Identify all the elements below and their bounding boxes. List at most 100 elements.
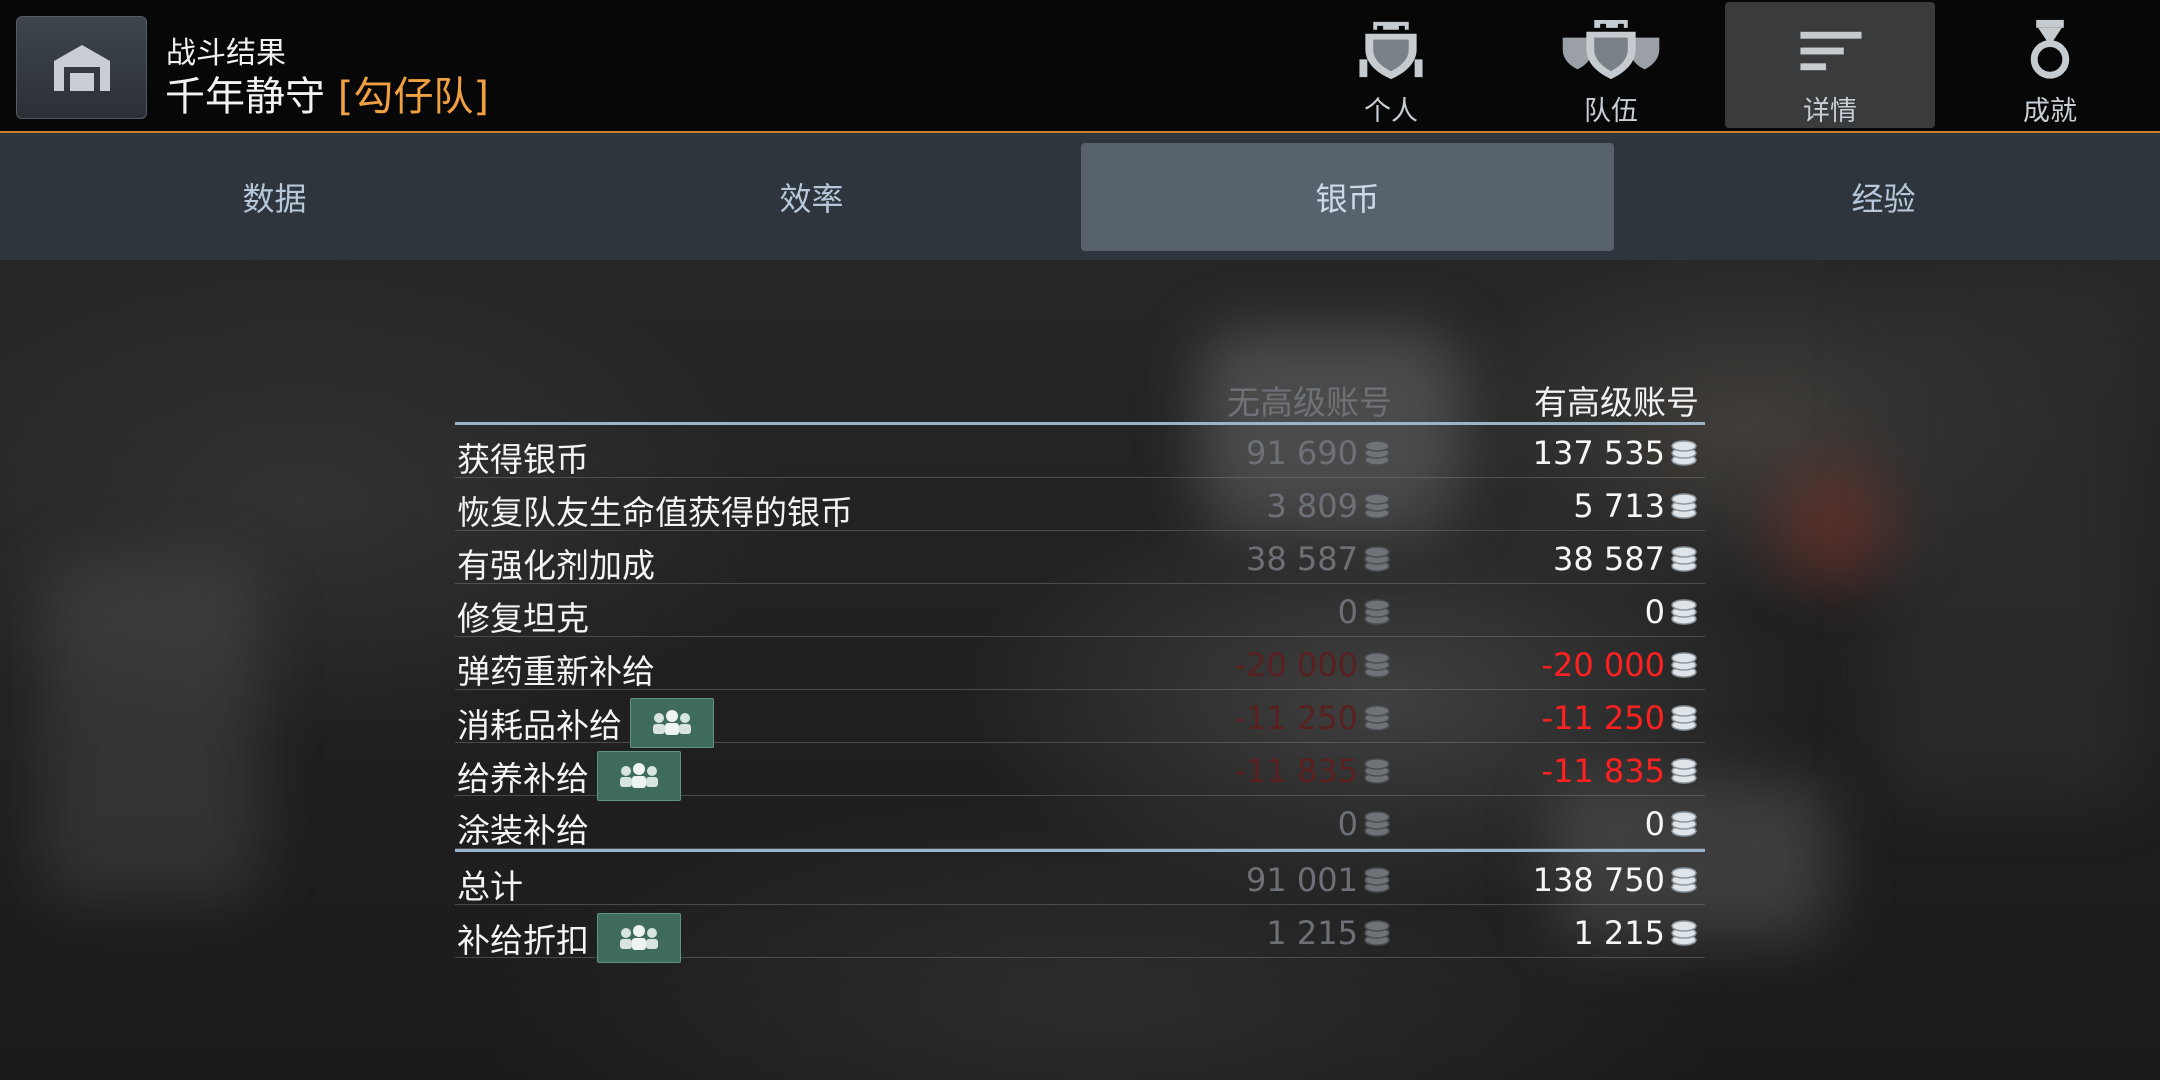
nav-achievements[interactable]: 成就 — [1945, 2, 2155, 128]
nav-details[interactable]: 详情 — [1725, 2, 1935, 128]
silver-coin-icon — [1364, 705, 1390, 731]
silver-coin-icon — [1364, 493, 1390, 519]
value-text: -11 835 — [1234, 752, 1358, 790]
team-shields-icon — [1562, 19, 1660, 80]
value-text: 91 001 — [1246, 861, 1358, 899]
table-header: 无高级账号 有高级账号 — [455, 370, 1705, 425]
garage-button[interactable] — [16, 16, 147, 119]
value-premium: -11 250 — [1541, 699, 1699, 737]
value-text: -20 000 — [1541, 646, 1665, 684]
table-row: 有强化剂加成 38 587 38 587 — [455, 531, 1705, 585]
value-no-premium: 91 690 — [1246, 434, 1392, 472]
map-title: 千年静守 [勾仔队] — [165, 64, 489, 122]
value-no-premium: -11 835 — [1234, 752, 1392, 790]
table-row: 获得银币 91 690 137 535 — [455, 425, 1705, 479]
value-premium: 0 — [1645, 593, 1699, 631]
table-row: 修复坦克 0 0 — [455, 584, 1705, 640]
value-text: 0 — [1644, 805, 1665, 843]
table-row: 恢复队友生命值获得的银币 3 809 5 713 — [455, 478, 1705, 534]
silver-coin-icon — [1671, 920, 1697, 946]
silver-coin-icon — [1364, 920, 1390, 946]
tab-experience[interactable]: 经验 — [1617, 143, 2150, 251]
value-no-premium: 38 587 — [1246, 540, 1392, 578]
platoon-icon — [620, 925, 658, 950]
nav-team[interactable]: 队伍 — [1506, 2, 1716, 128]
silver-coin-icon — [1671, 546, 1697, 572]
row-label-text: 给养补给 — [457, 759, 589, 798]
silver-coin-icon — [1671, 652, 1697, 678]
row-label-text: 补给折扣 — [457, 921, 589, 960]
nav-team-label: 队伍 — [1584, 96, 1638, 127]
tab-silver[interactable]: 银币 — [1081, 143, 1614, 251]
value-no-premium: 91 001 — [1246, 861, 1392, 899]
silver-coin-icon — [1364, 758, 1390, 784]
platoon-bonus-badge[interactable] — [630, 698, 714, 748]
value-text: 1 215 — [1573, 914, 1665, 952]
table-totals: 总计 91 001 138 750 补给折扣 1 215 1 215 — [455, 849, 1705, 963]
value-text: 0 — [1644, 593, 1665, 631]
value-no-premium: -11 250 — [1234, 699, 1392, 737]
silver-coin-icon — [1364, 867, 1390, 893]
row-label-text: 恢复队友生命值获得的银币 — [457, 493, 853, 532]
tab-efficiency[interactable]: 效率 — [545, 143, 1078, 251]
value-text: 38 587 — [1246, 540, 1358, 578]
table-row: 给养补给 -11 835 -11 835 — [455, 743, 1705, 801]
background-blur — [1880, 280, 2140, 800]
garage-icon — [53, 44, 110, 91]
platoon-icon — [653, 710, 691, 735]
row-label: 总计 — [457, 860, 523, 908]
value-text: 138 750 — [1532, 861, 1665, 899]
row-label: 弹药重新补给 — [457, 645, 655, 693]
row-label: 恢复队友生命值获得的银币 — [457, 486, 853, 534]
row-label-text: 弹药重新补给 — [457, 652, 655, 691]
row-label: 消耗品补给 — [457, 698, 714, 748]
row-label-text: 涂装补给 — [457, 811, 589, 850]
value-premium: 5 713 — [1573, 487, 1699, 525]
row-label: 给养补给 — [457, 751, 681, 801]
value-premium: 137 535 — [1533, 434, 1699, 472]
table-row: 弹药重新补给 -20 000 -20 000 — [455, 637, 1705, 693]
map-name: 千年静守 — [165, 74, 325, 120]
row-label: 修复坦克 — [457, 592, 589, 640]
table-row: 总计 91 001 138 750 — [455, 849, 1705, 908]
platoon-bonus-badge[interactable] — [597, 751, 681, 801]
value-text: 5 713 — [1573, 487, 1665, 525]
platoon-icon — [620, 763, 658, 788]
value-no-premium: 0 — [1338, 805, 1392, 843]
row-label-text: 总计 — [457, 867, 523, 906]
value-no-premium: 0 — [1338, 593, 1392, 631]
silver-coin-icon — [1364, 440, 1390, 466]
silver-coin-icon — [1671, 811, 1697, 837]
silver-table: 无高级账号 有高级账号 获得银币 91 690 137 535 恢复队友生命值获得的银… — [455, 370, 1705, 963]
value-text: -20 000 — [1234, 646, 1358, 684]
value-premium: 138 750 — [1533, 861, 1699, 899]
value-text: 38 587 — [1553, 540, 1665, 578]
row-label-text: 修复坦克 — [457, 599, 589, 638]
table-row: 消耗品补给 -11 250 -11 250 — [455, 690, 1705, 748]
nav-personal[interactable]: 个人 — [1286, 2, 1496, 128]
silver-coin-icon — [1671, 705, 1697, 731]
details-bars-icon — [1800, 31, 1862, 71]
value-text: 0 — [1337, 593, 1358, 631]
tab-data[interactable]: 数据 — [8, 143, 541, 251]
value-text: 1 215 — [1266, 914, 1358, 952]
value-premium: 1 215 — [1573, 914, 1699, 952]
value-text: 3 809 — [1266, 487, 1358, 525]
silver-coin-icon — [1364, 546, 1390, 572]
value-text: 91 690 — [1246, 434, 1358, 472]
value-no-premium: 1 215 — [1266, 914, 1392, 952]
col-no-premium: 无高级账号 — [1227, 383, 1392, 422]
silver-coin-icon — [1364, 652, 1390, 678]
table-body: 获得银币 91 690 137 535 恢复队友生命值获得的银币 3 809 5 713 有… — [455, 425, 1705, 850]
value-premium: 0 — [1645, 805, 1699, 843]
clan-tag: [勾仔队] — [337, 74, 489, 120]
background-blur — [40, 560, 260, 900]
silver-coin-icon — [1364, 811, 1390, 837]
top-bar: 战斗结果 千年静守 [勾仔队] 个人 队伍 详情 成就 — [0, 0, 2160, 133]
platoon-bonus-badge[interactable] — [597, 913, 681, 963]
silver-coin-icon — [1671, 440, 1697, 466]
value-premium: -11 835 — [1541, 752, 1699, 790]
value-text: 0 — [1337, 805, 1358, 843]
row-label: 补给折扣 — [457, 913, 681, 963]
silver-coin-icon — [1671, 493, 1697, 519]
